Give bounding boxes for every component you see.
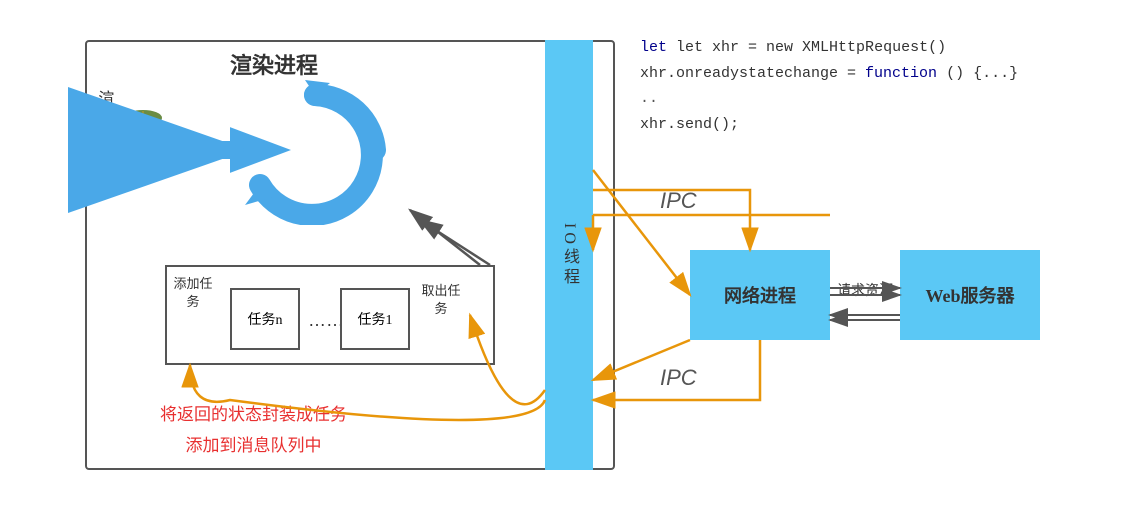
ipc-label-bottom: IPC [660, 365, 697, 391]
diagram-container: 渲染进程 渲染主线程 [30, 20, 1120, 510]
request-resource-label: 请求资源 [837, 280, 893, 300]
network-process-box: 网络进程 [690, 250, 830, 340]
code-line-2: xhr.onreadystatechange = function () {..… [640, 61, 1018, 87]
queue-dots: …… [308, 290, 344, 350]
add-task-label: 添加任务 [172, 275, 214, 311]
red-annotation: 将返回的状态封装成任务 添加到消息队列中 [160, 400, 347, 461]
event-loop-icon [230, 75, 400, 225]
task-n-box: 任务n [230, 288, 300, 350]
ipc-label-top: IPC [660, 188, 697, 214]
network-process-label: 网络进程 [724, 282, 796, 308]
io-thread-bar: IO线程 [545, 40, 593, 470]
spool-icon [122, 110, 162, 160]
io-thread-label: IO线程 [557, 223, 581, 288]
red-annotation-line2: 添加到消息队列中 [160, 431, 347, 462]
task-1-box: 任务1 [340, 288, 410, 350]
code-line-4: xhr.send(); [640, 112, 1018, 138]
render-main-thread-label: 渲染主线程 [92, 90, 114, 170]
take-task-label: 取出任务 [420, 282, 462, 318]
red-annotation-line1: 将返回的状态封装成任务 [160, 400, 347, 431]
code-block: let let xhr = new XMLHttpRequest() xhr.o… [640, 35, 1018, 137]
code-line-1: let let xhr = new XMLHttpRequest() [640, 35, 1018, 61]
web-server-label: Web服务器 [925, 282, 1014, 308]
web-server-box: Web服务器 [900, 250, 1040, 340]
code-line-3: .. [640, 86, 1018, 112]
